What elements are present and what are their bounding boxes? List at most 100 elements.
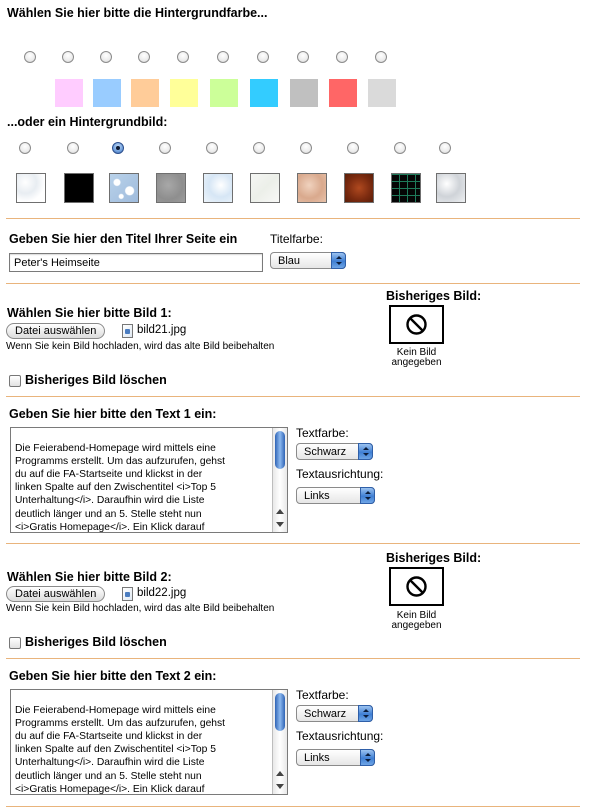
background-color-swatch: [131, 79, 159, 107]
background-color-swatch: [55, 79, 83, 107]
scroll-down-arrow-icon[interactable]: [276, 784, 284, 789]
image1-file-name: bild21.jpg: [137, 324, 187, 336]
section-divider: [6, 218, 580, 219]
text2-color-value: Schwarz: [304, 708, 347, 720]
background-color-heading: Wählen Sie hier bitte die Hintergrundfar…: [7, 6, 268, 20]
background-image-radio[interactable]: [19, 142, 31, 154]
background-image-tile-grey-marble: [436, 173, 466, 203]
text1-align-value: Links: [304, 490, 330, 502]
image1-choose-file-button[interactable]: Datei auswählen: [6, 323, 106, 339]
background-color-radio[interactable]: [138, 51, 150, 63]
page-title-input[interactable]: Peter's Heimseite: [9, 253, 263, 272]
text2-content: Die Feierabend-Homepage wird mittels ein…: [15, 705, 226, 795]
background-image-tile-blue-bubbles: [109, 173, 139, 203]
background-image-tile-white-paper: [250, 173, 280, 203]
background-color-radio[interactable]: [336, 51, 348, 63]
background-image-tile-beige-marble: [297, 173, 327, 203]
background-color-radio[interactable]: [100, 51, 112, 63]
scroll-up-arrow-icon[interactable]: [276, 771, 284, 776]
text2-align-select[interactable]: Links: [296, 749, 375, 766]
background-color-radio[interactable]: [217, 51, 229, 63]
image1-delete-checkbox[interactable]: [9, 375, 21, 387]
background-color-swatch: [210, 79, 238, 107]
title-color-select[interactable]: Blau: [270, 252, 346, 269]
file-icon: [122, 587, 133, 601]
text2-color-label: Textfarbe:: [296, 688, 349, 702]
section-divider: [6, 806, 580, 807]
background-image-radio[interactable]: [67, 142, 79, 154]
text1-align-label: Textausrichtung:: [296, 467, 384, 481]
background-image-tile-light-blue-marble: [203, 173, 233, 203]
image2-file-name: bild22.jpg: [137, 587, 187, 599]
background-color-radio[interactable]: [177, 51, 189, 63]
background-image-tile-black-circuit: [391, 173, 421, 203]
text1-scrollbar[interactable]: [272, 428, 287, 532]
background-color-swatch: [250, 79, 278, 107]
background-image-heading: ...oder ein Hintergrundbild:: [7, 115, 168, 129]
image1-no-image-line2: angegeben: [391, 357, 442, 368]
text1-content: Die Feierabend-Homepage wird mittels ein…: [15, 443, 226, 533]
background-color-radio[interactable]: [257, 51, 269, 63]
section-divider: [6, 543, 580, 544]
background-image-radio[interactable]: [253, 142, 265, 154]
title-color-value: Blau: [278, 255, 301, 267]
text1-color-label: Textfarbe:: [296, 426, 349, 440]
background-image-radio[interactable]: [112, 142, 124, 154]
select-arrows-icon: [358, 443, 373, 460]
text1-color-value: Schwarz: [304, 446, 347, 458]
image2-previous-label: Bisheriges Bild:: [386, 551, 482, 565]
text2-align-label: Textausrichtung:: [296, 729, 384, 743]
select-arrows-icon: [360, 487, 375, 504]
no-image-icon: [406, 314, 427, 335]
background-color-swatch: [17, 79, 45, 107]
text2-heading: Geben Sie hier bitte den Text 2 ein:: [9, 669, 217, 683]
background-image-radio[interactable]: [206, 142, 218, 154]
background-image-radio[interactable]: [439, 142, 451, 154]
section-divider: [6, 283, 580, 284]
image2-no-image-line2: angegeben: [391, 620, 442, 631]
image2-hint: Wenn Sie kein Bild hochladen, wird das a…: [6, 603, 275, 614]
file-icon: [122, 324, 133, 338]
background-image-radio[interactable]: [347, 142, 359, 154]
background-color-radio[interactable]: [297, 51, 309, 63]
text2-scrollbar[interactable]: [272, 690, 287, 794]
select-arrows-icon: [360, 749, 375, 766]
text1-color-select[interactable]: Schwarz: [296, 443, 373, 460]
text1-align-select[interactable]: Links: [296, 487, 375, 504]
background-image-tile-brown-texture: [344, 173, 374, 203]
background-image-radio[interactable]: [159, 142, 171, 154]
background-image-radio[interactable]: [300, 142, 312, 154]
scroll-thumb[interactable]: [275, 431, 285, 469]
title-color-label: Titelfarbe:: [270, 232, 323, 246]
text1-textarea[interactable]: Die Feierabend-Homepage wird mittels ein…: [10, 427, 288, 533]
background-image-tile-grey-stone: [156, 173, 186, 203]
image1-hint: Wenn Sie kein Bild hochladen, wird das a…: [6, 341, 275, 352]
scroll-down-arrow-icon[interactable]: [276, 522, 284, 527]
image1-no-image-placeholder: [389, 305, 444, 344]
background-color-swatch: [290, 79, 318, 107]
background-color-swatch: [329, 79, 357, 107]
text2-textarea[interactable]: Die Feierabend-Homepage wird mittels ein…: [10, 689, 288, 795]
image2-choose-file-button[interactable]: Datei auswählen: [6, 586, 106, 602]
scroll-up-arrow-icon[interactable]: [276, 509, 284, 514]
background-image-tile-black: [64, 173, 94, 203]
text2-color-select[interactable]: Schwarz: [296, 705, 373, 722]
background-color-swatch: [170, 79, 198, 107]
section-divider: [6, 658, 580, 659]
background-color-radio[interactable]: [375, 51, 387, 63]
select-arrows-icon: [358, 705, 373, 722]
image2-delete-checkbox[interactable]: [9, 637, 21, 649]
section-divider: [6, 396, 580, 397]
background-color-radio[interactable]: [24, 51, 36, 63]
background-color-swatch: [368, 79, 396, 107]
image1-heading: Wählen Sie hier bitte Bild 1:: [7, 306, 172, 320]
image1-delete-label: Bisheriges Bild löschen: [25, 373, 167, 387]
background-image-radio[interactable]: [394, 142, 406, 154]
background-color-radio[interactable]: [62, 51, 74, 63]
select-arrows-icon: [331, 252, 346, 269]
no-image-icon: [406, 576, 427, 597]
background-color-swatch: [93, 79, 121, 107]
background-image-tile-white-marble: [16, 173, 46, 203]
scroll-thumb[interactable]: [275, 693, 285, 731]
text2-align-value: Links: [304, 752, 330, 764]
